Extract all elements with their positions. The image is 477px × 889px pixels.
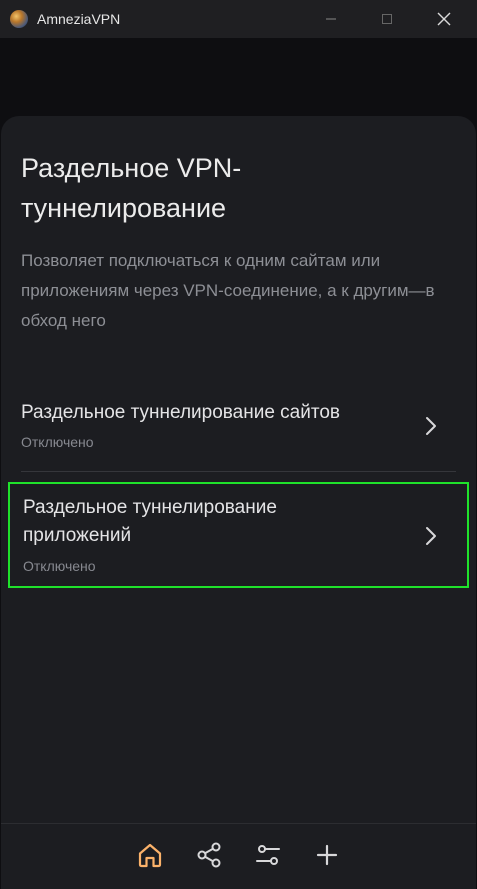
minimize-icon [326, 18, 336, 20]
option-label: Раздельное туннелирование сайтов [21, 402, 341, 423]
bottom-nav [0, 824, 477, 889]
close-icon [437, 12, 451, 26]
title-bar: AmneziaVPN [0, 0, 477, 38]
option-label: Раздельное туннелирование приложений [23, 497, 277, 546]
option-status: Отключено [21, 434, 94, 450]
chevron-right-icon [426, 527, 436, 545]
option-status: Отключено [23, 558, 96, 574]
home-icon [138, 843, 162, 868]
window-title: AmneziaVPN [37, 11, 121, 27]
split-tunneling-apps-option[interactable]: Раздельное туннелирование приложений Отк… [8, 482, 469, 588]
minimize-button[interactable] [308, 0, 354, 38]
close-button[interactable] [421, 0, 467, 38]
share-icon [197, 842, 221, 868]
add-icon [316, 844, 338, 866]
app-logo-icon [10, 10, 28, 28]
page-title: Раздельное VPN-туннелирование [21, 153, 242, 223]
split-tunneling-sites-option[interactable]: Раздельное туннелирование сайтов Отключе… [8, 386, 469, 470]
maximize-button[interactable] [364, 0, 410, 38]
maximize-icon [382, 14, 392, 24]
page-description: Позволяет подключаться к одним сайтам ил… [21, 251, 435, 330]
divider [21, 471, 456, 472]
settings-icon [256, 845, 280, 865]
nav-share-button[interactable] [194, 840, 224, 870]
nav-home-button[interactable] [135, 840, 165, 870]
nav-add-button[interactable] [312, 840, 342, 870]
chevron-right-icon [426, 417, 436, 435]
nav-settings-button[interactable] [253, 840, 283, 870]
